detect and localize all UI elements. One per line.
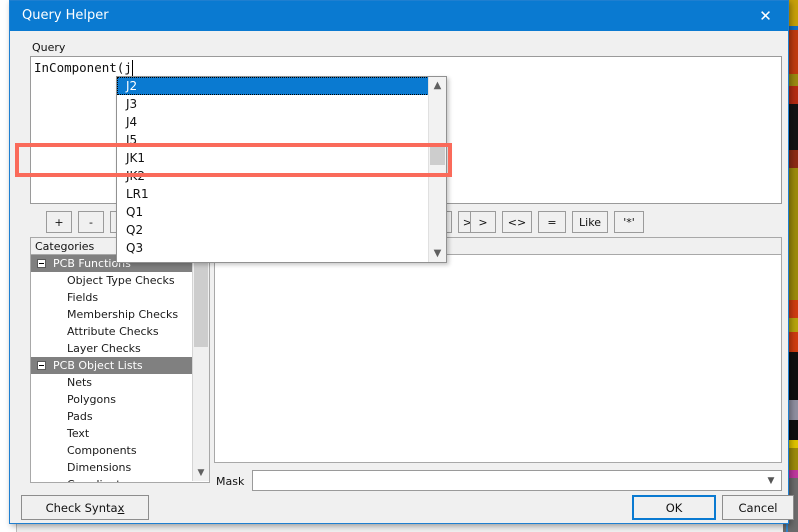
chevron-down-icon[interactable]: ▼ xyxy=(764,474,778,488)
cancel-button[interactable]: Cancel xyxy=(722,495,794,520)
tree-row-label: Coordinates xyxy=(67,478,133,483)
description-panel xyxy=(214,255,782,463)
autocomplete-item[interactable]: Q2 xyxy=(117,221,429,239)
operator-button-14[interactable]: <> xyxy=(502,211,532,233)
tree-row-label: Polygons xyxy=(67,393,116,406)
dialog-titlebar: Query Helper ✕ xyxy=(10,1,788,31)
tree-leaf-row[interactable]: Coordinates xyxy=(31,476,209,483)
categories-tree[interactable]: PCB FunctionsObject Type ChecksFieldsMem… xyxy=(30,255,210,483)
operator-button-label: Like xyxy=(579,216,601,229)
operator-button-label: '*' xyxy=(623,216,635,229)
tree-row-label: Dimensions xyxy=(67,461,131,474)
operator-button-15[interactable]: = xyxy=(538,211,566,233)
screen: dceesdcets Query Helper ✕ Query InCompon… xyxy=(0,0,798,532)
autocomplete-item[interactable]: JK1 xyxy=(117,149,429,167)
autocomplete-item[interactable]: Q1 xyxy=(117,203,429,221)
tree-leaf-row[interactable]: Text xyxy=(31,425,209,442)
tree-leaf-row[interactable]: Fields xyxy=(31,289,209,306)
operator-button-label: = xyxy=(547,216,556,229)
tree-leaf-row[interactable]: Object Type Checks xyxy=(31,272,209,289)
autocomplete-item[interactable]: J5 xyxy=(117,131,429,149)
dialog-title: Query Helper xyxy=(22,8,109,23)
autocomplete-item-label: J3 xyxy=(126,97,137,111)
categories-scrollbar[interactable]: ▼ xyxy=(192,255,209,481)
collapse-icon[interactable] xyxy=(37,259,46,268)
tree-row-label: Membership Checks xyxy=(67,308,178,321)
tree-group-row[interactable]: PCB Object Lists xyxy=(31,357,210,374)
scrollbar-thumb[interactable] xyxy=(430,143,445,165)
autocomplete-item-label: Q3 xyxy=(126,241,143,255)
scrollbar-thumb[interactable] xyxy=(194,255,208,347)
operator-button-17[interactable]: '*' xyxy=(614,211,644,233)
autocomplete-item[interactable]: LR1 xyxy=(117,185,429,203)
mask-label: Mask xyxy=(216,475,244,488)
chevron-up-icon[interactable]: ▲ xyxy=(429,77,446,94)
autocomplete-item[interactable]: J4 xyxy=(117,113,429,131)
autocomplete-item-label: JK1 xyxy=(126,151,145,165)
autocomplete-list: J2 J3 J4 J5 JK1 JK2 LR1 Q1 Q2 Q3 xyxy=(117,77,429,257)
tree-row-label: Layer Checks xyxy=(67,342,141,355)
tree-leaf-row[interactable]: Layer Checks xyxy=(31,340,209,357)
tree-leaf-row[interactable]: Membership Checks xyxy=(31,306,209,323)
tree-row-label: Attribute Checks xyxy=(67,325,159,338)
autocomplete-item[interactable]: J3 xyxy=(117,95,429,113)
tree-row-label: Components xyxy=(67,444,137,457)
tree-leaf-row[interactable]: Dimensions xyxy=(31,459,209,476)
check-syntax-button[interactable]: Check Syntax xyxy=(21,495,149,520)
tree-row-label: Nets xyxy=(67,376,92,389)
autocomplete-item[interactable]: Q3 xyxy=(117,239,429,257)
autocomplete-item[interactable]: J2 xyxy=(117,77,429,95)
operator-button-label: <> xyxy=(508,216,526,229)
categories-tree-body: PCB FunctionsObject Type ChecksFieldsMem… xyxy=(31,255,209,483)
autocomplete-dropdown[interactable]: J2 J3 J4 J5 JK1 JK2 LR1 Q1 Q2 Q3 ▲ ▼ xyxy=(116,76,447,263)
autocomplete-item[interactable]: JK2 xyxy=(117,167,429,185)
tree-leaf-row[interactable]: Attribute Checks xyxy=(31,323,209,340)
ok-button[interactable]: OK xyxy=(632,495,716,520)
tree-row-label: Pads xyxy=(67,410,93,423)
query-text: InComponent(j xyxy=(34,60,132,75)
tree-leaf-row[interactable]: Polygons xyxy=(31,391,209,408)
check-syntax-accel: x xyxy=(118,501,125,515)
operator-button-0[interactable]: + xyxy=(46,211,72,233)
operator-button-1[interactable]: - xyxy=(78,211,104,233)
autocomplete-item-label: Q2 xyxy=(126,223,143,237)
chevron-down-icon[interactable]: ▼ xyxy=(429,245,446,262)
operator-button-13[interactable]: > xyxy=(470,211,496,233)
autocomplete-item-label: JK2 xyxy=(126,169,145,183)
ok-label: OK xyxy=(666,501,683,515)
check-syntax-label: Check Synta xyxy=(46,501,118,515)
operator-button-label: - xyxy=(89,216,93,229)
tree-row-label: Fields xyxy=(67,291,98,304)
operator-button-label: + xyxy=(54,216,63,229)
autocomplete-item-label: J5 xyxy=(126,133,137,147)
text-caret xyxy=(132,60,133,76)
query-label: Query xyxy=(32,41,65,54)
tree-row-label: Object Type Checks xyxy=(67,274,175,287)
collapse-icon[interactable] xyxy=(37,361,46,370)
tree-leaf-row[interactable]: Nets xyxy=(31,374,209,391)
close-icon[interactable]: ✕ xyxy=(743,1,788,31)
operator-button-label: > xyxy=(478,216,487,229)
autocomplete-item-label: LR1 xyxy=(126,187,149,201)
tree-leaf-row[interactable]: Components xyxy=(31,442,209,459)
tree-row-label: PCB Object Lists xyxy=(53,359,143,372)
mask-combobox[interactable]: ▼ xyxy=(252,470,782,491)
autocomplete-scrollbar[interactable]: ▲ ▼ xyxy=(428,77,446,262)
autocomplete-item-label: J4 xyxy=(126,115,137,129)
tree-row-label: Text xyxy=(67,427,89,440)
cancel-label: Cancel xyxy=(739,501,778,515)
autocomplete-item-label: J2 xyxy=(126,79,137,93)
autocomplete-item-label: Q1 xyxy=(126,205,143,219)
chevron-down-icon[interactable]: ▼ xyxy=(193,465,209,481)
tree-leaf-row[interactable]: Pads xyxy=(31,408,209,425)
operator-button-16[interactable]: Like xyxy=(572,211,608,233)
